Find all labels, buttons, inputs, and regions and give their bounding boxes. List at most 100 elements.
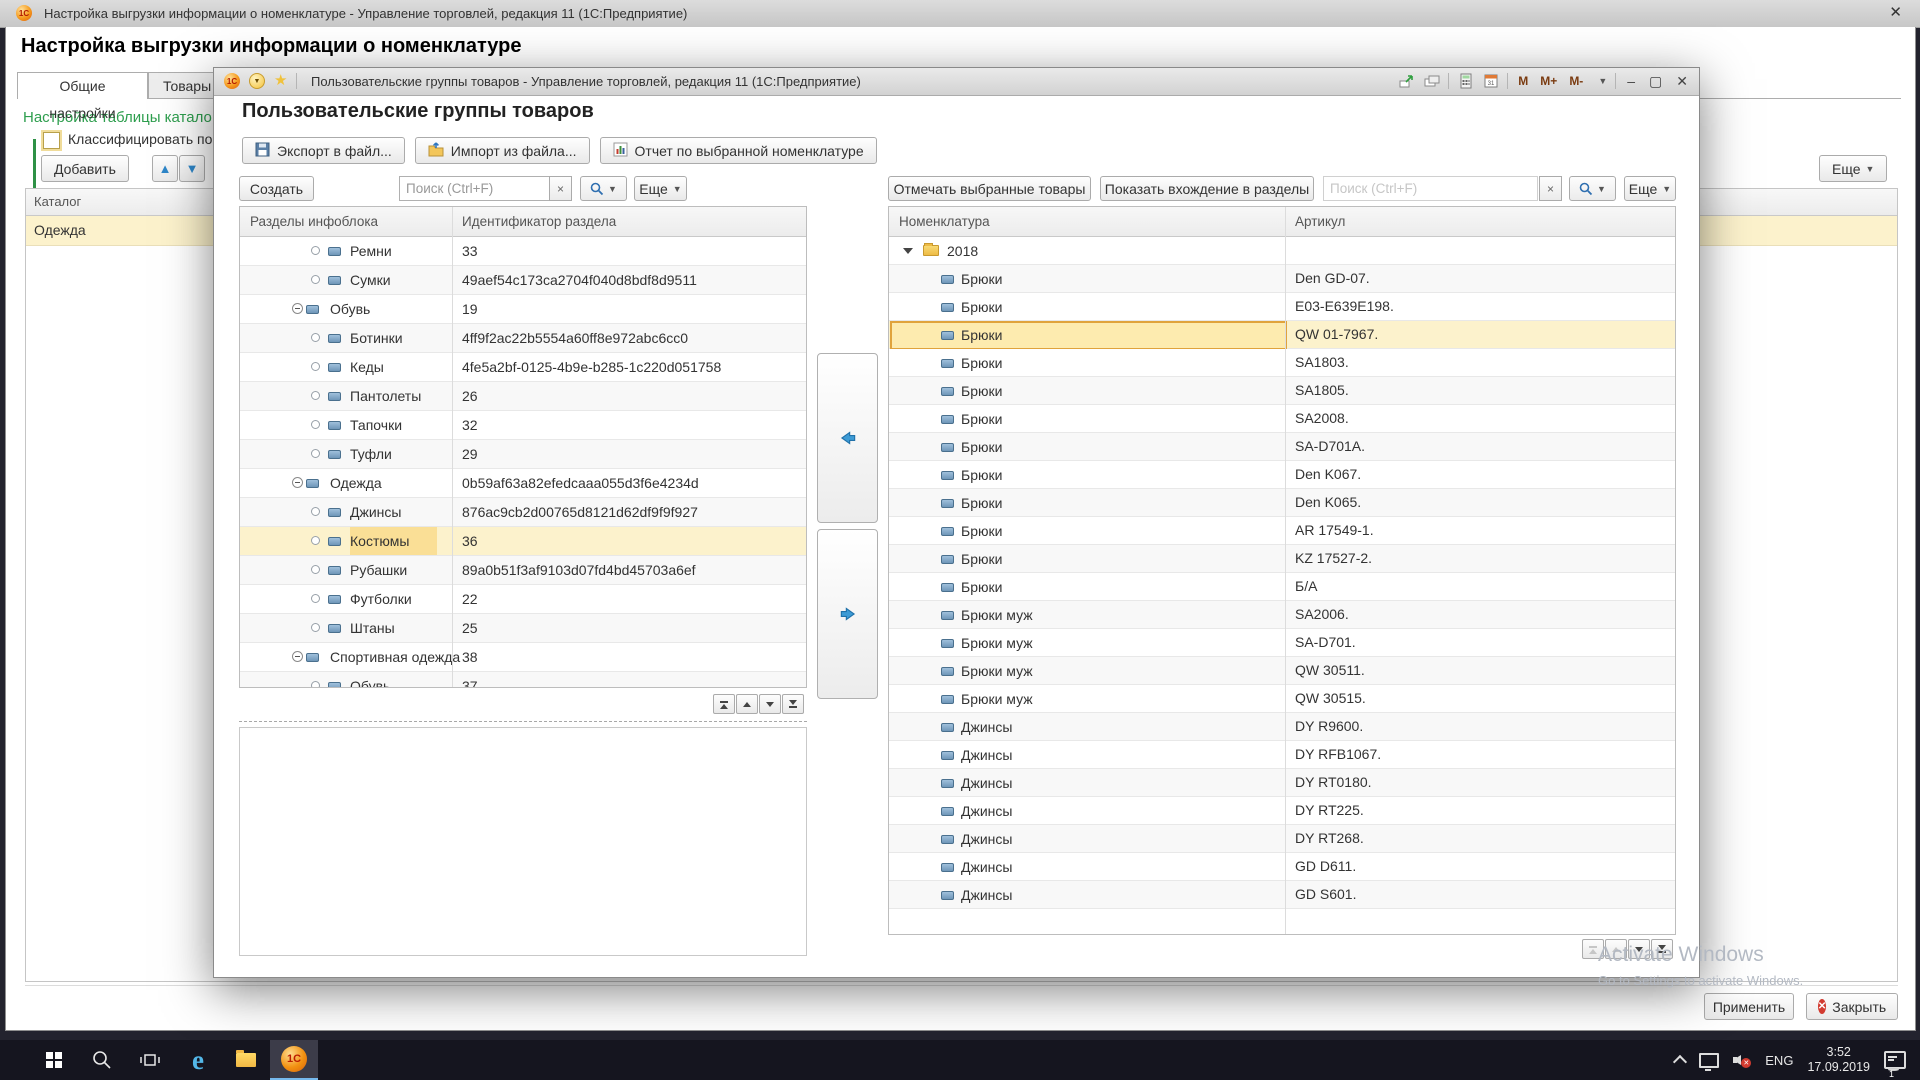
scroll-bottom-button[interactable] — [1651, 939, 1673, 959]
right-more-button[interactable]: Еще▼ — [1624, 176, 1676, 201]
goto-link-icon[interactable] — [1398, 73, 1415, 90]
section-row[interactable]: Туфли29 — [240, 440, 806, 469]
scroll-top-button[interactable] — [1582, 939, 1604, 959]
section-row[interactable]: Тапочки32 — [240, 411, 806, 440]
classify-checkbox[interactable] — [43, 132, 60, 149]
nomenclature-row[interactable]: БрюкиAR 17549-1. — [889, 517, 1675, 545]
nomenclature-row[interactable]: ДжинсыDY R9600. — [889, 713, 1675, 741]
language-indicator[interactable]: ENG — [1765, 1053, 1793, 1068]
scroll-bottom-button[interactable] — [782, 694, 804, 714]
nomenclature-row[interactable]: Брюки мужQW 30511. — [889, 657, 1675, 685]
left-search-input[interactable] — [399, 176, 550, 201]
nomenclature-row[interactable]: БрюкиSA1803. — [889, 349, 1675, 377]
calendar-icon[interactable]: 31 — [1482, 73, 1499, 90]
right-search-input[interactable] — [1323, 176, 1538, 201]
volume-muted-icon[interactable]: ✕ — [1733, 1052, 1751, 1068]
report-button[interactable]: Отчет по выбранной номенклатуре — [600, 137, 877, 164]
nomenclature-row[interactable]: БрюкиDen K067. — [889, 461, 1675, 489]
calculator-icon[interactable] — [1457, 73, 1474, 90]
main-more-button[interactable]: Еще▼ — [1819, 155, 1887, 182]
main-window-titlebar[interactable]: 1С Настройка выгрузки информации о номен… — [0, 0, 1920, 28]
section-row[interactable]: Обувь37 — [240, 672, 806, 688]
nomenclature-row[interactable]: ДжинсыDY RFB1067. — [889, 741, 1675, 769]
apply-button[interactable]: Применить — [1704, 993, 1794, 1020]
dialog-close-icon[interactable]: ✕ — [1673, 73, 1691, 90]
section-group-row[interactable]: Спортивная одежда38 — [240, 643, 806, 672]
scroll-top-button[interactable] — [713, 694, 735, 714]
move-right-button[interactable] — [817, 529, 878, 699]
nomenclature-row[interactable]: ДжинсыGD D611. — [889, 853, 1675, 881]
nomenclature-row[interactable]: ДжинсыGD S601. — [889, 881, 1675, 909]
section-row[interactable]: Штаны25 — [240, 614, 806, 643]
sections-table[interactable]: Разделы инфоблока Идентификатор раздела … — [239, 206, 807, 688]
m-minus-button[interactable]: М- — [1567, 74, 1585, 88]
nomenclature-row[interactable]: Брюки мужSA-D701. — [889, 629, 1675, 657]
section-row[interactable]: Кеды4fe5a2bf-0125-4b9e-b285-1c220d051758 — [240, 353, 806, 382]
move-up-button[interactable]: ▲ — [152, 155, 178, 182]
create-button[interactable]: Создать — [239, 176, 314, 201]
task-view-button[interactable] — [126, 1040, 174, 1080]
move-left-button[interactable] — [817, 353, 878, 523]
collapse-icon[interactable] — [292, 477, 303, 488]
nomenclature-row[interactable]: ДжинсыDY RT0180. — [889, 769, 1675, 797]
m-plus-button[interactable]: М+ — [1538, 74, 1559, 88]
add-button[interactable]: Добавить — [41, 155, 129, 182]
nomenclature-folder-row[interactable]: 2018 — [889, 237, 1675, 265]
nomenclature-row[interactable]: БрюкиSA1805. — [889, 377, 1675, 405]
right-search-options-button[interactable]: ▼ — [1569, 176, 1616, 201]
collapse-icon[interactable] — [292, 651, 303, 662]
system-menu-button[interactable]: ▼ — [249, 73, 265, 89]
taskbar-search-button[interactable] — [78, 1040, 126, 1080]
clock[interactable]: 3:52 17.09.2019 — [1807, 1045, 1870, 1075]
collapse-icon[interactable] — [292, 303, 303, 314]
nomenclature-row[interactable]: ДжинсыDY RT225. — [889, 797, 1675, 825]
nomenclature-row[interactable]: БрюкиSA-D701A. — [889, 433, 1675, 461]
left-more-button[interactable]: Еще▼ — [634, 176, 687, 201]
import-button[interactable]: Импорт из файла... — [415, 137, 590, 164]
chevron-down-icon[interactable]: ▼ — [1598, 76, 1607, 86]
section-group-row[interactable]: Обувь19 — [240, 295, 806, 324]
section-row[interactable]: Сумки49aef54c173ca2704f040d8bdf8d9511 — [240, 266, 806, 295]
nomenclature-row[interactable]: БрюкиБ/А — [889, 573, 1675, 601]
section-row[interactable]: Рубашки89a0b51f3af9103d07fd4bd45703a6ef — [240, 556, 806, 585]
left-search-options-button[interactable]: ▼ — [580, 176, 627, 201]
section-row[interactable]: Ремни33 — [240, 237, 806, 266]
copy-link-icon[interactable] — [1423, 73, 1440, 90]
show-occurrence-button[interactable]: Показать вхождение в разделы — [1100, 176, 1314, 201]
nomenclature-row[interactable]: Брюки мужQW 30515. — [889, 685, 1675, 713]
dialog-minimize-icon[interactable]: – — [1624, 73, 1638, 89]
export-button[interactable]: Экспорт в файл... — [242, 137, 405, 164]
nomenclature-row[interactable]: ДжинсыDY RT268. — [889, 825, 1675, 853]
scroll-down-button[interactable] — [1628, 939, 1650, 959]
section-row[interactable]: Костюмы36 — [240, 527, 806, 556]
main-window-close-icon[interactable]: ✕ — [1881, 0, 1910, 27]
right-search-clear-icon[interactable]: × — [1539, 176, 1562, 201]
tray-expand-icon[interactable] — [1673, 1055, 1687, 1069]
nomenclature-row[interactable]: БрюкиQW 01-7967. — [889, 321, 1675, 349]
nomenclature-row[interactable]: БрюкиKZ 17527-2. — [889, 545, 1675, 573]
dialog-maximize-icon[interactable]: ▢ — [1646, 73, 1665, 90]
close-button[interactable]: ✕ Закрыть — [1806, 993, 1898, 1020]
scroll-up-button[interactable] — [1605, 939, 1627, 959]
start-button[interactable] — [30, 1040, 78, 1080]
1c-taskbar-button[interactable]: 1С — [270, 1040, 318, 1080]
nomenclature-row[interactable]: БрюкиSA2008. — [889, 405, 1675, 433]
nomenclature-row[interactable]: БрюкиE03-E639E198. — [889, 293, 1675, 321]
mark-selected-goods-button[interactable]: Отмечать выбранные товары — [888, 176, 1091, 201]
dialog-titlebar[interactable]: 1С ▼ ★ Пользовательские группы товаров -… — [214, 68, 1699, 96]
nomenclature-table[interactable]: Номенклатура Артикул 2018БрюкиDen GD-07.… — [888, 206, 1676, 935]
section-group-row[interactable]: Одежда0b59af63a82efedcaaa055d3f6e4234d — [240, 469, 806, 498]
section-row[interactable]: Пантолеты26 — [240, 382, 806, 411]
scroll-down-button[interactable] — [759, 694, 781, 714]
move-down-button[interactable]: ▼ — [179, 155, 205, 182]
favorite-star-icon[interactable]: ★ — [274, 73, 287, 89]
panel-splitter[interactable] — [239, 721, 807, 722]
expand-icon[interactable] — [903, 248, 913, 254]
nomenclature-row[interactable]: Брюки мужSA2006. — [889, 601, 1675, 629]
nomenclature-row[interactable]: БрюкиDen GD-07. — [889, 265, 1675, 293]
action-center-icon[interactable]: 1 — [1884, 1051, 1906, 1069]
section-row[interactable]: Ботинки4ff9f2ac22b5554a60ff8e972abc6cc0 — [240, 324, 806, 353]
tab-general-settings[interactable]: Общие настройки — [17, 72, 148, 99]
left-search-clear-icon[interactable]: × — [549, 176, 572, 201]
m-button[interactable]: М — [1516, 74, 1530, 88]
